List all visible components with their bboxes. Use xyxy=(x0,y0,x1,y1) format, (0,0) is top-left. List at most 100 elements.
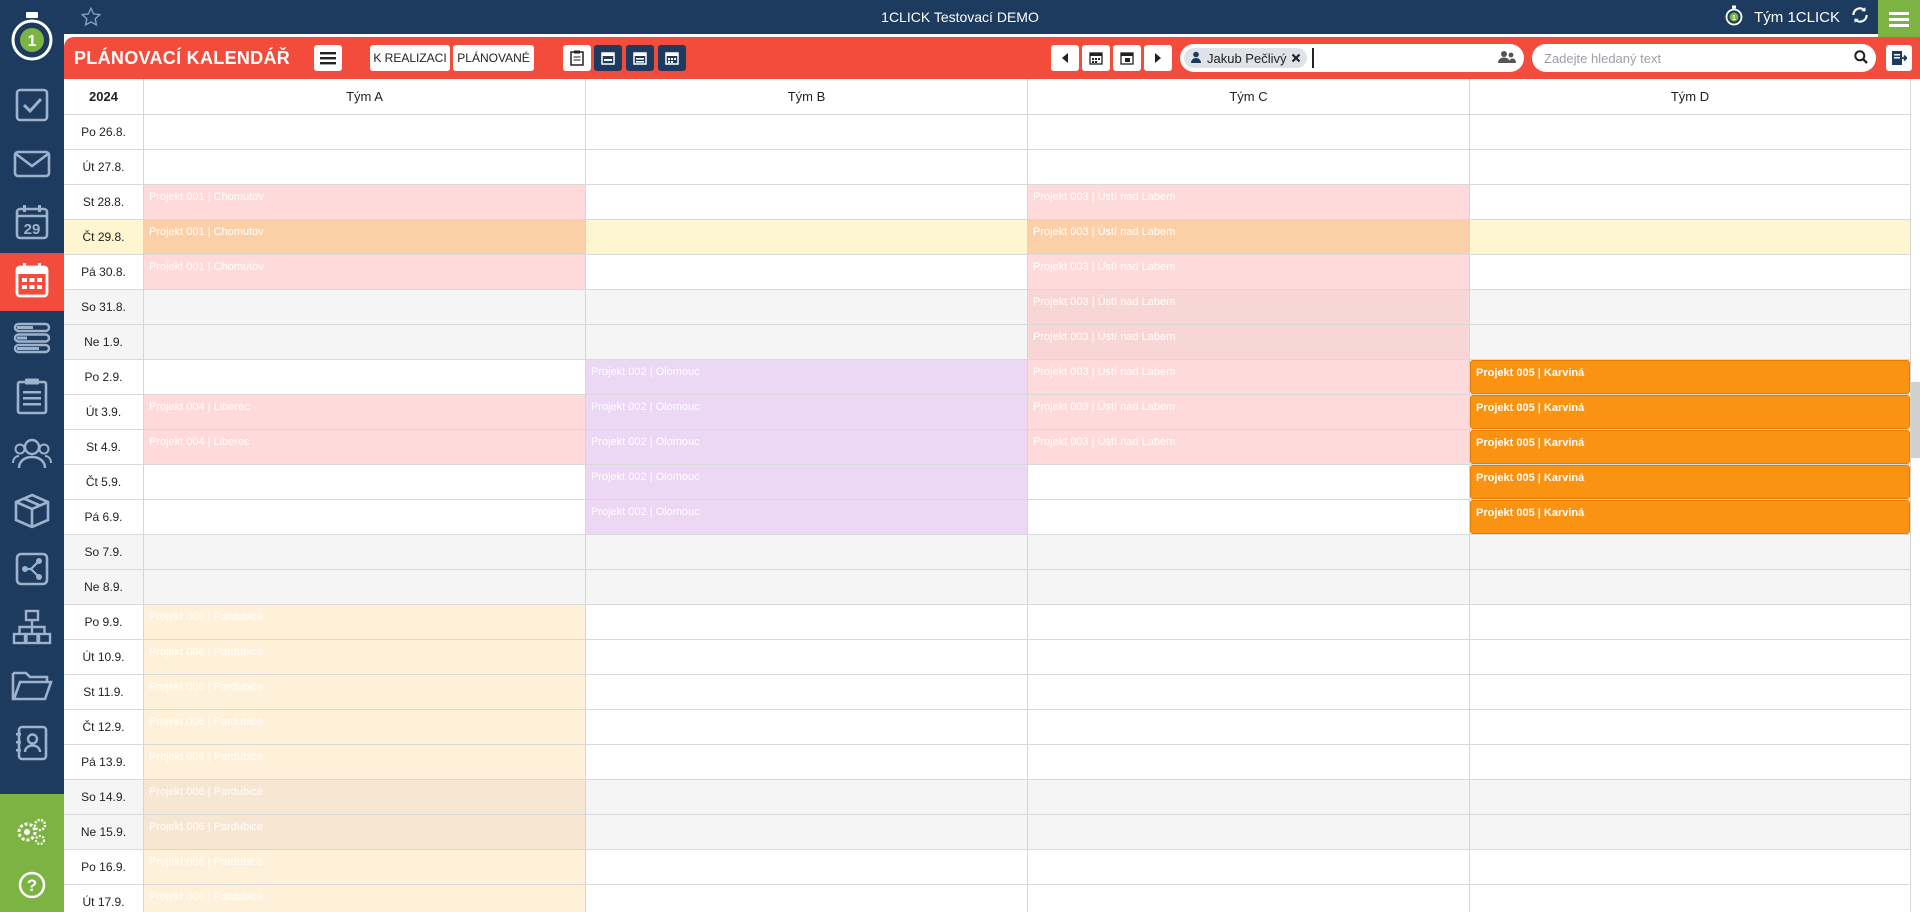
day-cell[interactable] xyxy=(586,570,1028,604)
day-cell[interactable] xyxy=(1470,885,1911,912)
day-cell[interactable] xyxy=(1470,780,1911,814)
day-cell[interactable] xyxy=(1028,710,1470,744)
day-cell[interactable]: Projekt 003 | Ústí nad Labem xyxy=(1028,325,1470,359)
day-cell[interactable]: Projekt 003 | Ústí nad Labem xyxy=(1028,360,1470,394)
calendar-event[interactable]: Projekt 001 | Chomutov xyxy=(144,255,585,289)
day-cell[interactable]: Projekt 003 | Ústí nad Labem xyxy=(1028,395,1470,429)
team-header-a[interactable]: Tým A xyxy=(144,79,586,115)
day-cell[interactable] xyxy=(1470,185,1911,219)
day-cell[interactable] xyxy=(144,570,586,604)
day-cell[interactable]: Projekt 006 | Pardubice xyxy=(144,710,586,744)
team-switcher[interactable]: 1 Tým 1CLICK xyxy=(1724,0,1870,34)
day-cell[interactable]: Projekt 006 | Pardubice xyxy=(144,675,586,709)
vertical-scrollbar[interactable] xyxy=(1911,382,1920,458)
sidebar-item-planning-calendar[interactable] xyxy=(0,253,64,311)
calendar-event[interactable]: Projekt 002 | Olomouc xyxy=(586,360,1027,394)
day-cell[interactable] xyxy=(586,710,1028,744)
day-cell[interactable]: Projekt 001 | Chomutov xyxy=(144,255,586,289)
day-cell[interactable]: Projekt 005 | Karviná xyxy=(1470,500,1911,534)
day-cell[interactable] xyxy=(1028,745,1470,779)
day-cell[interactable]: Projekt 006 | Pardubice xyxy=(144,605,586,639)
favorite-star-icon[interactable] xyxy=(80,6,104,28)
calendar-event[interactable]: Projekt 003 | Ústí nad Labem xyxy=(1028,290,1469,324)
day-cell[interactable] xyxy=(586,185,1028,219)
day-cell[interactable] xyxy=(1470,115,1911,149)
day-cell[interactable] xyxy=(1470,850,1911,884)
day-cell[interactable]: Projekt 001 | Chomutov xyxy=(144,220,586,254)
day-cell[interactable]: Projekt 006 | Pardubice xyxy=(144,815,586,849)
calendar-event[interactable]: Projekt 002 | Olomouc xyxy=(586,500,1027,534)
sidebar-item-workflow[interactable] xyxy=(0,542,64,600)
sidebar-item-address-book[interactable] xyxy=(0,716,64,774)
day-cell[interactable] xyxy=(1470,640,1911,674)
day-cell[interactable] xyxy=(1028,675,1470,709)
day-cell[interactable]: Projekt 006 | Pardubice xyxy=(144,850,586,884)
day-cell[interactable] xyxy=(1028,115,1470,149)
calendar-event[interactable]: Projekt 001 | Chomutov xyxy=(144,185,585,219)
refresh-icon[interactable] xyxy=(1850,5,1870,29)
calendar-event[interactable]: Projekt 003 | Ústí nad Labem xyxy=(1028,185,1469,219)
sidebar-item-contacts[interactable] xyxy=(0,426,64,484)
calendar-event[interactable]: Projekt 003 | Ústí nad Labem xyxy=(1028,220,1469,254)
day-cell[interactable] xyxy=(1470,815,1911,849)
calendar-event[interactable]: Projekt 002 | Olomouc xyxy=(586,395,1027,429)
day-cell[interactable] xyxy=(586,850,1028,884)
day-cell[interactable] xyxy=(586,605,1028,639)
search-icon[interactable] xyxy=(1854,50,1868,69)
day-cell[interactable]: Projekt 003 | Ústí nad Labem xyxy=(1028,255,1470,289)
sidebar-item-org-chart[interactable] xyxy=(0,600,64,658)
calendar-event[interactable]: Projekt 006 | Pardubice xyxy=(144,675,585,709)
month-view-icon[interactable] xyxy=(658,45,686,71)
day-cell[interactable] xyxy=(1028,815,1470,849)
day-cell[interactable]: Projekt 002 | Olomouc xyxy=(586,465,1028,499)
sidebar-item-tasks[interactable] xyxy=(0,78,64,136)
calendar-event[interactable]: Projekt 006 | Pardubice xyxy=(144,605,585,639)
day-view-icon[interactable] xyxy=(594,45,622,71)
calendar-event[interactable]: Projekt 003 | Ústí nad Labem xyxy=(1028,255,1469,289)
day-cell[interactable]: Projekt 006 | Pardubice xyxy=(144,745,586,779)
calendar-event[interactable]: Projekt 002 | Olomouc xyxy=(586,430,1027,464)
day-cell[interactable] xyxy=(144,325,586,359)
day-cell[interactable] xyxy=(1028,885,1470,912)
day-cell[interactable]: Projekt 003 | Ústí nad Labem xyxy=(1028,290,1470,324)
day-cell[interactable] xyxy=(586,115,1028,149)
day-cell[interactable] xyxy=(1028,150,1470,184)
calendar-event[interactable]: Projekt 005 | Karviná xyxy=(1470,395,1910,429)
calendar-event[interactable]: Projekt 006 | Pardubice xyxy=(144,885,585,912)
day-cell[interactable] xyxy=(586,325,1028,359)
day-cell[interactable] xyxy=(1028,535,1470,569)
day-cell[interactable] xyxy=(1470,710,1911,744)
day-cell[interactable] xyxy=(1470,675,1911,709)
day-cell[interactable] xyxy=(1470,220,1911,254)
day-cell[interactable] xyxy=(586,675,1028,709)
day-cell[interactable]: Projekt 002 | Olomouc xyxy=(586,430,1028,464)
calendar-event[interactable]: Projekt 005 | Karviná xyxy=(1470,465,1910,499)
export-icon[interactable] xyxy=(1886,45,1912,71)
users-icon[interactable] xyxy=(1498,50,1516,69)
sidebar-item-products[interactable] xyxy=(0,484,64,542)
day-cell[interactable] xyxy=(1028,570,1470,604)
calendar-event[interactable]: Projekt 003 | Ústí nad Labem xyxy=(1028,360,1469,394)
day-cell[interactable] xyxy=(1470,570,1911,604)
help-icon[interactable]: ? xyxy=(0,856,64,912)
planovane-button[interactable]: PLÁNOVANÉ xyxy=(453,45,534,71)
day-cell[interactable]: Projekt 003 | Ústí nad Labem xyxy=(1028,430,1470,464)
day-cell[interactable] xyxy=(586,150,1028,184)
day-cell[interactable] xyxy=(144,150,586,184)
day-cell[interactable] xyxy=(586,220,1028,254)
main-menu-button[interactable] xyxy=(1878,0,1920,37)
search-box[interactable] xyxy=(1532,44,1876,72)
day-cell[interactable] xyxy=(1028,500,1470,534)
calendar-event[interactable]: Projekt 005 | Karviná xyxy=(1470,360,1910,394)
calendar-picker-icon[interactable] xyxy=(1082,45,1110,71)
day-cell[interactable]: Projekt 006 | Pardubice xyxy=(144,780,586,814)
day-cell[interactable]: Projekt 004 | Liberec xyxy=(144,430,586,464)
sidebar-item-folder[interactable] xyxy=(0,658,64,716)
calendar-event[interactable]: Projekt 002 | Olomouc xyxy=(586,465,1027,499)
next-arrow-icon[interactable] xyxy=(1144,45,1172,71)
calendar-event[interactable]: Projekt 006 | Pardubice xyxy=(144,745,585,779)
day-cell[interactable]: Projekt 005 | Karviná xyxy=(1470,395,1911,429)
day-cell[interactable] xyxy=(586,290,1028,324)
calendar-event[interactable]: Projekt 006 | Pardubice xyxy=(144,780,585,814)
calendar-event[interactable]: Projekt 003 | Ústí nad Labem xyxy=(1028,395,1469,429)
